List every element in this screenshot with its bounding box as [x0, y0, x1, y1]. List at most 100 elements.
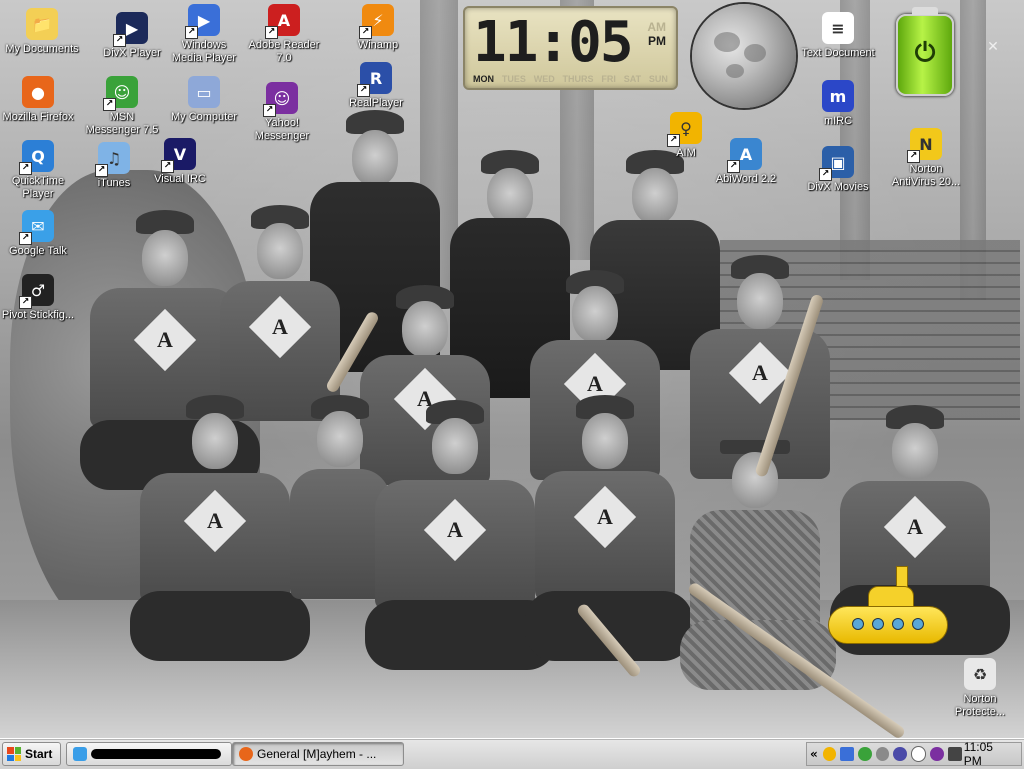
desktop-icon-label: Mozilla Firefox	[2, 111, 74, 123]
shortcut-arrow-icon: ↗	[357, 84, 370, 97]
desktop[interactable]: A A A A A A A A A 11:05 AM PM MON TUES W…	[0, 0, 1024, 738]
shortcut-arrow-icon: ↗	[161, 160, 174, 173]
desktop-icon-label: AbiWord 2.2	[715, 173, 777, 185]
aim-tray-icon[interactable]	[822, 747, 837, 761]
tray-clock[interactable]: 11:05 PM	[964, 740, 1013, 768]
taskbar-button-firefox[interactable]: General [M]ayhem - ...	[232, 742, 404, 766]
msn-tray-icon[interactable]	[857, 747, 872, 761]
start-label: Start	[25, 747, 53, 761]
divx-movies-icon: ▣ ↗	[819, 146, 854, 181]
shortcut-arrow-icon: ↗	[907, 150, 920, 163]
desktop-icon-itunes[interactable]: ♫ ↗ iTunes	[76, 142, 152, 190]
battery-gadget[interactable]: ⏻	[896, 7, 954, 96]
desktop-icon-text-document[interactable]: ≡ Text Document	[800, 12, 876, 60]
irc-tray-icon[interactable]	[893, 747, 907, 761]
shortcut-arrow-icon: ↗	[19, 162, 32, 175]
desktop-icon-adobe-reader[interactable]: A ↗ Adobe Reader 7.0	[246, 4, 322, 65]
power-plug-icon: ⏻	[914, 38, 936, 68]
shortcut-arrow-icon: ↗	[359, 26, 372, 39]
visual-irc-icon: V ↗	[161, 138, 196, 173]
desktop-icon-abiword[interactable]: A ↗ AbiWord 2.2	[708, 138, 784, 186]
desktop-icon-yahoo-messenger[interactable]: ☺ ↗ Yahoo! Messenger	[244, 82, 320, 143]
taskbar-button-redacted[interactable]	[66, 742, 232, 766]
close-icon[interactable]: ✕	[986, 40, 1000, 54]
text-document-icon: ≡	[822, 12, 854, 44]
realplayer-icon: R ↗	[357, 62, 392, 97]
taskbar: Start General [M]ayhem - ... « 11:05 PM	[0, 738, 1024, 769]
desktop-icon-quicktime[interactable]: Q ↗ QuickTime Player	[0, 140, 76, 201]
desktop-icon-pivot-stickfigure[interactable]: ♂ ↗ Pivot Stickfig...	[0, 274, 76, 322]
redacted-label	[91, 749, 221, 759]
desktop-icon-divx-movies[interactable]: ▣ ↗ DivX Movies	[800, 146, 876, 194]
mirc-icon: m	[822, 80, 854, 112]
desktop-icon-label: mIRC	[823, 115, 853, 127]
taskbar-button-label: General [M]ayhem - ...	[257, 747, 377, 761]
desktop-icon-mirc[interactable]: m mIRC	[800, 80, 876, 128]
clock-pm-indicator: PM	[648, 34, 666, 48]
clock-day: MON	[473, 74, 494, 84]
desktop-icon-mozilla-firefox[interactable]: ● Mozilla Firefox	[0, 76, 76, 124]
desktop-icon-google-talk[interactable]: ✉ ↗ Google Talk	[0, 210, 76, 258]
chat-icon	[73, 747, 87, 761]
desktop-icon-visual-irc[interactable]: V ↗ Visual IRC	[142, 138, 218, 186]
tray-expand-icon[interactable]: «	[807, 747, 821, 761]
desktop-icon-windows-media-player[interactable]: ▶ ↗ Windows Media Player	[166, 4, 242, 65]
moon-phase-gadget[interactable]	[692, 4, 796, 108]
shortcut-arrow-icon: ↗	[265, 26, 278, 39]
desktop-icon-label: Norton AntiVirus 20...	[891, 163, 961, 188]
clock-day: TUES	[501, 74, 526, 84]
desktop-icon-label: iTunes	[97, 177, 131, 189]
windows-logo-icon	[7, 747, 21, 761]
desktop-icon-norton-protected-recycle-bin[interactable]: ♻ Norton Protecte...	[942, 658, 1018, 719]
shortcut-arrow-icon: ↗	[667, 134, 680, 147]
yahoo-tray-icon[interactable]	[930, 747, 945, 761]
shortcut-arrow-icon: ↗	[103, 98, 116, 111]
volume-tray-icon[interactable]	[875, 747, 890, 761]
abiword-icon: A ↗	[727, 138, 762, 173]
desktop-icon-my-documents[interactable]: 📁 My Documents	[4, 8, 80, 56]
desktop-icon-my-computer[interactable]: ▭ My Computer	[166, 76, 242, 124]
divx-player-icon: ▶ ↗	[113, 12, 148, 47]
yellow-submarine-icon[interactable]	[822, 566, 950, 650]
clock-day: SAT	[623, 74, 642, 84]
computer-icon: ▭	[188, 76, 220, 108]
folder-documents-icon: 📁	[26, 8, 58, 40]
digital-clock-gadget[interactable]: 11:05 AM PM MON TUES WED THURS FRI SAT S…	[463, 6, 678, 90]
desktop-icon-label: My Computer	[170, 111, 238, 123]
desktop-icon-label: Text Document	[801, 47, 875, 59]
shortcut-arrow-icon: ↗	[19, 296, 32, 309]
music-note-icon: ♫ ↗	[95, 142, 130, 177]
clock-day: THURS	[562, 74, 594, 84]
desktop-icon-label: DivX Player	[103, 47, 161, 59]
clock-day: SUN	[648, 74, 668, 84]
desktop-icon-label: RealPlayer	[349, 97, 403, 109]
clock-am-indicator: AM	[647, 20, 666, 34]
clock-day: FRI	[601, 74, 616, 84]
clock-time: 11:05	[473, 10, 634, 75]
desktop-icon-label: Windows Media Player	[171, 39, 237, 64]
shortcut-arrow-icon: ↗	[113, 34, 126, 47]
monitor-tray-icon[interactable]	[948, 747, 962, 761]
desktop-icon-label: Winamp	[357, 39, 399, 51]
shortcut-arrow-icon: ↗	[19, 232, 32, 245]
desktop-icon-label: QuickTime Player	[11, 175, 65, 200]
chat-bubble-tray-icon[interactable]	[910, 746, 927, 762]
desktop-icon-label: Norton Protecte...	[954, 693, 1006, 718]
aim-running-man-icon: ♀ ↗	[667, 112, 702, 147]
media-player-icon: ▶ ↗	[185, 4, 220, 39]
desktop-icon-msn-messenger[interactable]: ☺ ↗ MSN Messenger 7.5	[84, 76, 160, 137]
recycle-bin-icon: ♻	[964, 658, 996, 690]
pdf-reader-icon: A ↗	[265, 4, 300, 39]
desktop-icon-divx-player[interactable]: ▶ ↗ DivX Player	[94, 12, 170, 60]
desktop-icon-realplayer[interactable]: R ↗ RealPlayer	[338, 62, 414, 110]
winamp-icon: ⚡ ↗	[359, 4, 394, 39]
desktop-icon-label: Adobe Reader 7.0	[248, 39, 320, 64]
desktop-icon-norton-antivirus[interactable]: N ↗ Norton AntiVirus 20...	[888, 128, 964, 189]
start-button[interactable]: Start	[2, 742, 62, 766]
desktop-icon-label: My Documents	[5, 43, 79, 55]
desktop-icon-winamp[interactable]: ⚡ ↗ Winamp	[340, 4, 416, 52]
shortcut-arrow-icon: ↗	[95, 164, 108, 177]
shortcut-arrow-icon: ↗	[185, 26, 198, 39]
network-tray-icon[interactable]	[840, 747, 854, 761]
clock-weekdays: MON TUES WED THURS FRI SAT SUN	[473, 74, 668, 84]
